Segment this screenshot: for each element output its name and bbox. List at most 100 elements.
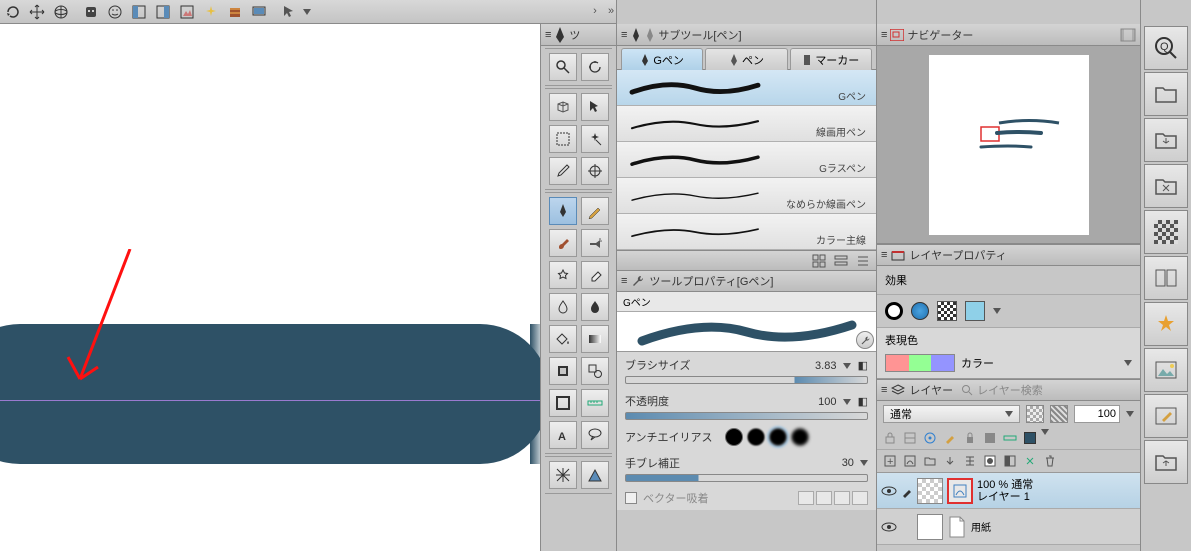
new-raster-icon[interactable]: +	[881, 452, 899, 470]
blend-tool[interactable]	[549, 293, 577, 321]
quick-edit-icon[interactable]	[1144, 394, 1188, 438]
hatch-icon[interactable]	[1050, 405, 1068, 423]
vec-opt-2[interactable]	[816, 491, 832, 505]
quick-image-icon[interactable]	[1144, 348, 1188, 392]
move-down-icon[interactable]	[941, 452, 959, 470]
panel-a-icon[interactable]	[128, 2, 150, 22]
effect-tone[interactable]	[911, 302, 929, 320]
quick-star-icon[interactable]	[1144, 302, 1188, 346]
decoration-tool[interactable]	[549, 261, 577, 289]
ruler-tool[interactable]	[581, 389, 609, 417]
link-icon[interactable]: ◧	[858, 360, 868, 372]
layer-opacity-input[interactable]: 100	[1074, 405, 1120, 423]
effect-border[interactable]	[885, 302, 903, 320]
menu-icon[interactable]: ≡	[881, 29, 887, 41]
cube-tool[interactable]	[549, 93, 577, 121]
brushsize-slider[interactable]	[625, 376, 868, 384]
aa-weak[interactable]	[747, 428, 765, 446]
blend-mode-select[interactable]: 通常	[883, 405, 1020, 423]
quick-folder-out-icon[interactable]	[1144, 440, 1188, 484]
opacity-slider[interactable]	[625, 412, 868, 420]
lock-alpha-icon[interactable]	[881, 429, 899, 447]
pen-tool[interactable]	[549, 197, 577, 225]
brush-tool[interactable]	[549, 229, 577, 257]
grid-view-icon[interactable]	[812, 254, 826, 268]
effect-dropdown-icon[interactable]	[993, 308, 1001, 314]
menu-icon[interactable]: ≡	[881, 249, 887, 261]
delete-layer-icon[interactable]	[1041, 452, 1059, 470]
quick-folder-x-icon[interactable]	[1144, 164, 1188, 208]
marquee-tool[interactable]	[549, 125, 577, 153]
layer-row-1[interactable]: 100 % 通常 レイヤー 1	[877, 473, 1140, 509]
new-vector-icon[interactable]	[901, 452, 919, 470]
quick-checker-icon[interactable]	[1144, 210, 1188, 254]
lock-icon[interactable]	[961, 429, 979, 447]
brush-color[interactable]: カラー主線	[617, 214, 876, 250]
tab-gpen[interactable]: Gペン	[621, 48, 703, 70]
link-icon[interactable]: ◧	[858, 396, 868, 408]
canvas[interactable]	[0, 24, 540, 551]
panel-b-icon[interactable]	[152, 2, 174, 22]
menu-icon[interactable]	[856, 254, 870, 268]
wand-tool[interactable]	[581, 125, 609, 153]
vec-opt-4[interactable]	[852, 491, 868, 505]
menu-icon[interactable]: ≡	[621, 29, 627, 41]
eyedropper-tool[interactable]	[549, 157, 577, 185]
properties-icon[interactable]	[834, 254, 848, 268]
checker-icon[interactable]	[1026, 405, 1044, 423]
ruler-link-icon[interactable]	[1021, 452, 1039, 470]
text-tool[interactable]: A	[549, 421, 577, 449]
perspective-tool[interactable]	[581, 461, 609, 489]
brush-gpen[interactable]: Gペン	[617, 70, 876, 106]
ruler-show-icon[interactable]	[1001, 429, 1019, 447]
pencil-tool[interactable]	[581, 197, 609, 225]
cursor-arrow-icon[interactable]	[278, 2, 300, 22]
menu-icon[interactable]: ≡	[881, 384, 887, 396]
tab-pen[interactable]: ペン	[705, 48, 787, 70]
menu-icon[interactable]: ≡	[621, 275, 627, 287]
navigator-preview[interactable]	[877, 46, 1140, 244]
new-folder-icon[interactable]	[921, 452, 939, 470]
gradient-tool[interactable]	[581, 325, 609, 353]
aa-mid[interactable]	[769, 428, 787, 446]
color-dropdown-icon[interactable]	[1124, 360, 1132, 366]
move-cross-icon[interactable]	[26, 2, 48, 22]
sphere-icon[interactable]	[50, 2, 72, 22]
shape-tool[interactable]	[581, 357, 609, 385]
clip-icon[interactable]	[901, 429, 919, 447]
opacity-stepper-icon[interactable]	[1126, 411, 1134, 417]
effect-line-tool[interactable]	[549, 461, 577, 489]
draft-icon[interactable]	[941, 429, 959, 447]
merge-icon[interactable]	[961, 452, 979, 470]
contour-tool[interactable]	[549, 357, 577, 385]
dropdown-icon[interactable]	[860, 460, 868, 466]
fill-tool[interactable]	[549, 325, 577, 353]
quick-compare-icon[interactable]	[1144, 256, 1188, 300]
select-tool[interactable]	[581, 93, 609, 121]
vec-opt-1[interactable]	[798, 491, 814, 505]
brush-senga[interactable]: 線画用ペン	[617, 106, 876, 142]
chevron-right-icon[interactable]: ›	[588, 4, 602, 18]
brush-smooth[interactable]: なめらか線画ペン	[617, 178, 876, 214]
crosshair-tool[interactable]	[581, 157, 609, 185]
mask-icon[interactable]	[981, 452, 999, 470]
magnifier-tool[interactable]	[549, 53, 577, 81]
mask-enable-icon[interactable]	[981, 429, 999, 447]
smile-icon[interactable]	[104, 2, 126, 22]
dropdown-icon[interactable]	[843, 399, 851, 405]
wrench-button[interactable]	[856, 331, 874, 349]
screen-icon[interactable]	[248, 2, 270, 22]
film-icon[interactable]	[1120, 28, 1136, 42]
layer-row-paper[interactable]: 用紙	[877, 509, 1140, 545]
archive-icon[interactable]	[224, 2, 246, 22]
quick-folder-icon[interactable]	[1144, 72, 1188, 116]
apply-mask-icon[interactable]	[1001, 452, 1019, 470]
reference-icon[interactable]	[921, 429, 939, 447]
balloon-tool[interactable]	[581, 421, 609, 449]
vec-opt-3[interactable]	[834, 491, 850, 505]
menu-icon[interactable]: ≡	[545, 29, 551, 41]
vector-checkbox[interactable]	[625, 492, 637, 504]
tab-marker[interactable]: マーカー	[790, 48, 872, 70]
effect-pattern[interactable]	[937, 301, 957, 321]
link-color-icon[interactable]	[1021, 429, 1039, 447]
